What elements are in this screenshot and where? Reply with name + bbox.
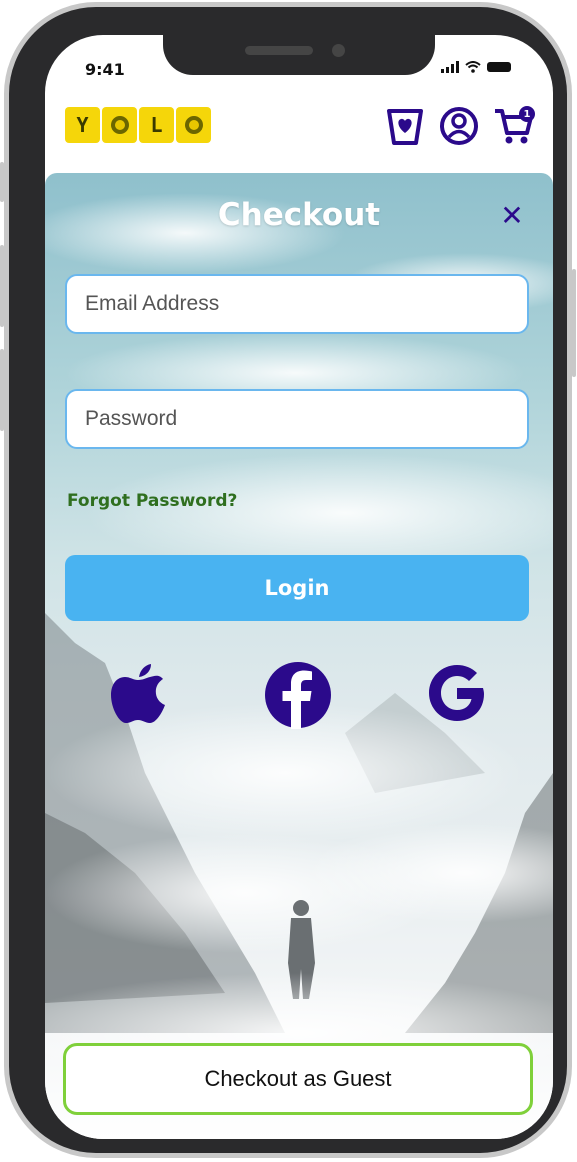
volume-down-button — [0, 349, 4, 431]
wifi-icon — [465, 61, 481, 73]
cart-count-badge: 1 — [519, 106, 535, 122]
close-icon[interactable]: ✕ — [497, 201, 527, 231]
facebook-login-button[interactable] — [264, 661, 332, 729]
page-title: Checkout — [217, 197, 381, 233]
password-field[interactable] — [65, 389, 529, 449]
login-button[interactable]: Login — [65, 555, 529, 621]
notch — [163, 35, 435, 75]
mute-switch — [0, 162, 4, 202]
phone-frame: 9:41 Y L 1 Checkout ✕ Email Address Forg… — [0, 2, 576, 1158]
google-login-button[interactable] — [425, 661, 489, 725]
logo-tile — [102, 107, 137, 143]
speaker — [245, 46, 313, 55]
facebook-icon — [265, 662, 331, 729]
google-icon — [429, 665, 484, 721]
camera — [332, 44, 345, 57]
phone-screen: 9:41 Y L 1 Checkout ✕ Email Address Forg… — [45, 35, 553, 1139]
logo-tile: Y — [65, 107, 100, 143]
power-button — [572, 269, 576, 377]
brand-logo[interactable]: Y L — [65, 107, 211, 143]
logo-tile — [176, 107, 211, 143]
logo-tile: L — [139, 107, 174, 143]
volume-up-button — [0, 245, 4, 327]
signal-icon — [441, 61, 459, 73]
checkout-panel: Checkout ✕ Forgot Password? Login — [45, 173, 553, 1139]
status-indicators — [441, 61, 511, 73]
apple-icon — [111, 664, 165, 723]
status-time: 9:41 — [85, 60, 125, 79]
apple-login-button[interactable] — [109, 661, 167, 725]
header-icons — [385, 105, 535, 147]
forgot-password-link[interactable]: Forgot Password? — [67, 491, 237, 511]
wishlist-bag-icon[interactable] — [385, 105, 425, 147]
checkout-as-guest-button[interactable]: Checkout as Guest — [63, 1043, 533, 1115]
account-icon[interactable] — [439, 106, 479, 146]
battery-icon — [487, 62, 511, 72]
email-field[interactable] — [65, 274, 529, 334]
